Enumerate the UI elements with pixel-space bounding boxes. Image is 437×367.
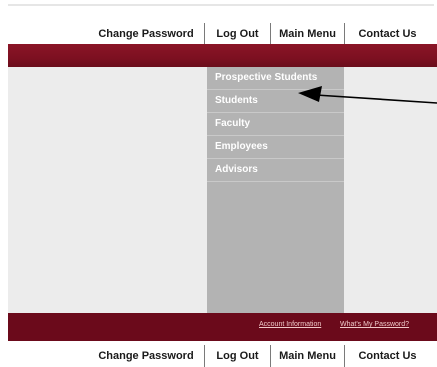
left-arrow-icon: [298, 86, 437, 104]
contact-us-link-bottom[interactable]: Contact Us: [344, 345, 430, 367]
log-out-link[interactable]: Log Out: [204, 23, 270, 45]
top-nav-bar: Change Password Log Out Main Menu Contac…: [88, 23, 430, 45]
bottom-nav-bar: Change Password Log Out Main Menu Contac…: [88, 345, 430, 367]
account-information-link[interactable]: Account Information: [259, 321, 321, 328]
change-password-link[interactable]: Change Password: [88, 23, 204, 45]
log-out-link-bottom[interactable]: Log Out: [204, 345, 270, 367]
menu-item-employees[interactable]: Employees: [207, 136, 344, 159]
top-divider: [8, 4, 434, 6]
header-band: [8, 44, 437, 67]
contact-us-link[interactable]: Contact Us: [344, 23, 430, 45]
whats-my-password-link[interactable]: What's My Password?: [340, 321, 409, 328]
main-menu-link-bottom[interactable]: Main Menu: [270, 345, 344, 367]
change-password-link-bottom[interactable]: Change Password: [88, 345, 204, 367]
menu-item-faculty[interactable]: Faculty: [207, 113, 344, 136]
left-panel: [8, 67, 207, 313]
main-menu-link[interactable]: Main Menu: [270, 23, 344, 45]
menu-item-advisors[interactable]: Advisors: [207, 159, 344, 182]
